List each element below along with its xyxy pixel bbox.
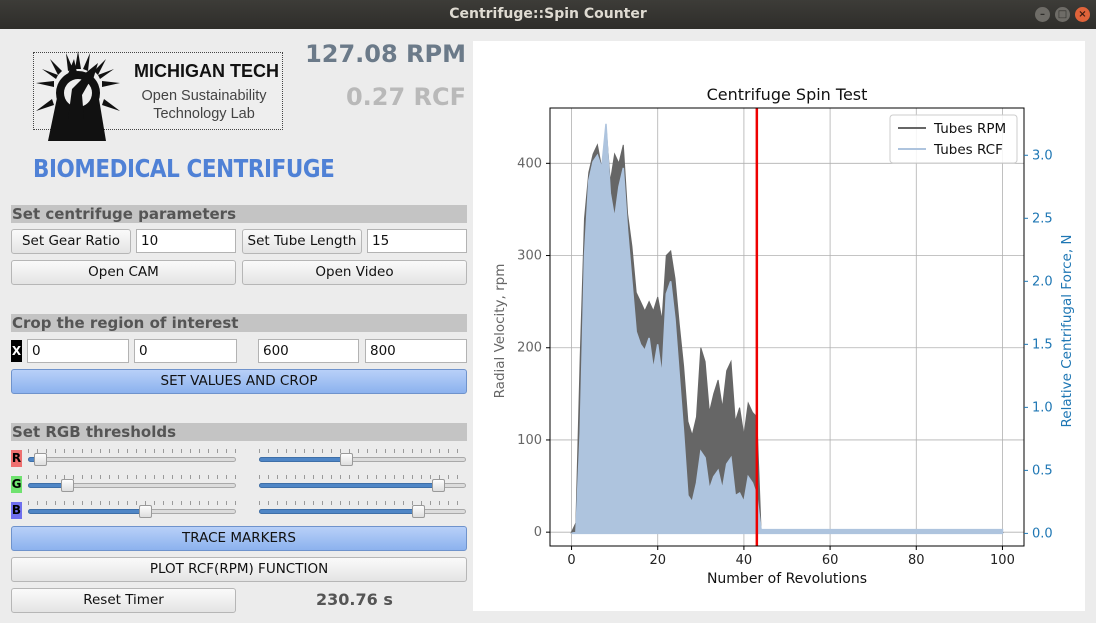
chart-title: Centrifuge Spin Test — [707, 85, 868, 104]
open-cam-button[interactable]: Open CAM — [11, 260, 236, 285]
y2-axis-label: Relative Centrifugal Force, N — [1059, 234, 1075, 427]
legend-label-rcf: Tubes RCF — [933, 142, 1003, 158]
spin-test-chart: 0 20 40 60 80 100 0 100 200 300 400 0.0 0.5 1.0 1.5 2.0… — [492, 85, 1075, 587]
logo-subtitle: Open Sustainability Technology Lab — [124, 87, 284, 123]
channel-label-g: G — [11, 476, 22, 493]
section-crop-region: Crop the region of interest — [11, 314, 467, 332]
crop-y-input[interactable]: 0 — [134, 339, 237, 363]
section-centrifuge-parameters: Set centrifuge parameters — [11, 205, 467, 223]
crop-x-label: X — [11, 340, 22, 362]
slider-ticks — [259, 449, 466, 453]
slider-handle[interactable] — [34, 453, 47, 466]
rpm-readout: 127.08 RPM — [305, 40, 466, 68]
lab-logo: MICHIGAN TECH Open Sustainability Techno… — [33, 51, 284, 141]
y-tick-label: 300 — [517, 249, 542, 264]
rcf-area-series — [571, 123, 1004, 535]
slider-r-high[interactable] — [259, 449, 466, 466]
slider-b-low[interactable] — [28, 501, 236, 518]
y-tick-label: 400 — [517, 156, 542, 171]
rcf-readout: 0.27 RCF — [345, 83, 466, 111]
slider-g-low[interactable] — [28, 475, 236, 492]
y-tick-label: 100 — [517, 433, 542, 448]
set-values-and-crop-button[interactable]: SET VALUES AND CROP — [11, 369, 467, 394]
channel-label-b: B — [11, 502, 22, 519]
plot-panel: 0 20 40 60 80 100 0 100 200 300 400 0.0 0.5 1.0 1.5 2.0… — [473, 41, 1085, 611]
y2-tick-label: 2.5 — [1032, 211, 1053, 226]
x-tick-label: 60 — [822, 553, 839, 568]
app-title: BIOMEDICAL CENTRIFUGE — [33, 154, 335, 183]
timer-readout: 230.76 s — [316, 590, 393, 609]
slider-fill — [28, 509, 145, 514]
tube-length-input[interactable]: 15 — [367, 229, 467, 253]
set-tube-length-button[interactable]: Set Tube Length — [242, 229, 362, 254]
slider-handle[interactable] — [139, 505, 152, 518]
plot-rcf-function-button[interactable]: PLOT RCF(RPM) FUNCTION — [11, 557, 467, 582]
slider-g-high[interactable] — [259, 475, 466, 492]
reset-timer-button[interactable]: Reset Timer — [11, 588, 236, 613]
open-video-button[interactable]: Open Video — [242, 260, 467, 285]
maximize-icon[interactable]: □ — [1055, 7, 1070, 22]
x-tick-label: 80 — [908, 553, 925, 568]
y2-tick-label: 3.0 — [1032, 148, 1053, 163]
set-gear-ratio-button[interactable]: Set Gear Ratio — [11, 229, 131, 254]
slider-track — [28, 457, 236, 462]
slider-handle[interactable] — [432, 479, 445, 492]
crop-height-input[interactable]: 800 — [365, 339, 467, 363]
slider-handle[interactable] — [340, 453, 353, 466]
close-icon[interactable]: × — [1075, 7, 1090, 22]
slider-ticks — [28, 449, 236, 453]
y2-tick-label: 1.0 — [1032, 400, 1053, 415]
logo-subtitle-line2: Technology Lab — [153, 106, 255, 122]
x-tick-label: 100 — [990, 553, 1015, 568]
minimize-icon[interactable]: – — [1035, 7, 1050, 22]
y-tick-label: 200 — [517, 341, 542, 356]
slider-ticks — [259, 501, 466, 505]
slider-fill — [259, 509, 418, 514]
slider-b-high[interactable] — [259, 501, 466, 518]
y2-tick-label: 2.0 — [1032, 274, 1053, 289]
slider-fill — [259, 457, 346, 462]
crop-width-input[interactable]: 600 — [258, 339, 359, 363]
y-axis-label: Radial Velocity, rpm — [492, 264, 508, 399]
legend-label-rpm: Tubes RPM — [933, 121, 1006, 137]
slider-handle[interactable] — [412, 505, 425, 518]
x-tick-label: 0 — [567, 553, 575, 568]
slider-handle[interactable] — [61, 479, 74, 492]
crop-x-input[interactable]: 0 — [27, 339, 129, 363]
logo-subtitle-line1: Open Sustainability — [141, 88, 267, 104]
window-title: Centrifuge::Spin Counter — [449, 6, 647, 22]
x-tick-label: 20 — [649, 553, 666, 568]
window-titlebar: Centrifuge::Spin Counter – □ × — [0, 0, 1096, 29]
x-tick-label: 40 — [736, 553, 753, 568]
y2-tick-label: 0.5 — [1032, 463, 1053, 478]
y2-tick-label: 1.5 — [1032, 337, 1053, 352]
slider-fill — [259, 483, 438, 488]
y2-tick-label: 0.0 — [1032, 526, 1053, 541]
x-axis-label: Number of Revolutions — [707, 571, 867, 587]
section-rgb-thresholds: Set RGB thresholds — [11, 423, 467, 441]
gear-ratio-input[interactable]: 10 — [136, 229, 236, 253]
y-tick-label: 0 — [534, 525, 542, 540]
channel-label-r: R — [11, 450, 22, 467]
slider-ticks — [28, 475, 236, 479]
slider-r-low[interactable] — [28, 449, 236, 466]
howling-wolf-icon — [36, 51, 120, 141]
logo-title: MICHIGAN TECH — [134, 61, 279, 81]
slider-ticks — [28, 501, 236, 505]
trace-markers-button[interactable]: TRACE MARKERS — [11, 526, 467, 551]
